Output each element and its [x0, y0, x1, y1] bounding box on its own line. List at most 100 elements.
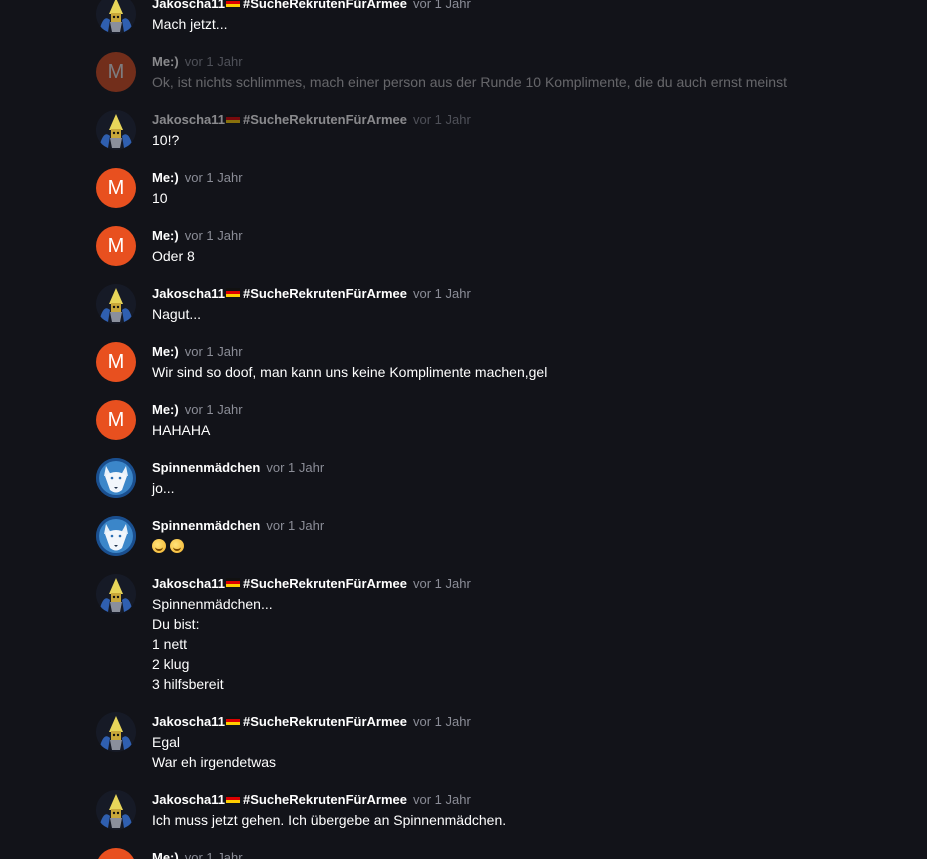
- message-header: Jakoscha11 #SucheRekrutenFürArmee vor 1 Ja…: [152, 714, 471, 730]
- chat-message: M Me:) vor 1 Jahr Oder 8: [96, 226, 876, 266]
- chat-message: M Me:) vor 1 Jahr HAHAHA: [96, 400, 876, 440]
- user-avatar[interactable]: M: [96, 226, 136, 266]
- message-line: Oder 8: [152, 248, 195, 264]
- chat-message: M Me:) vor 1 Jahr: [96, 848, 876, 859]
- chat-message: Jakoscha11 #SucheRekrutenFürArmee vor 1 Ja…: [96, 110, 876, 150]
- username: Jakoscha11: [152, 0, 226, 11]
- knight-avatar[interactable]: [96, 574, 136, 614]
- user-hashtag: #SucheRekrutenFürArmee: [243, 112, 408, 127]
- message-header: Spinnenmädchen vor 1 Jahr: [152, 460, 324, 476]
- message-timestamp: vor 1 Jahr: [184, 228, 243, 243]
- knight-avatar[interactable]: [96, 284, 136, 324]
- message-line: Egal: [152, 734, 181, 750]
- username: Me:): [152, 54, 179, 69]
- username: Spinnenmädchen: [152, 518, 261, 533]
- message-text: Oder 8: [152, 246, 195, 266]
- message-timestamp: vor 1 Jahr: [413, 112, 471, 127]
- message-text: Nagut...: [152, 304, 201, 324]
- username: Me:): [152, 170, 179, 185]
- message-line: 1 nett: [152, 636, 188, 652]
- germany-flag-icon: [226, 794, 241, 803]
- message-timestamp: vor 1 Jahr: [413, 286, 471, 301]
- user-hashtag: #SucheRekrutenFürArmee: [243, 286, 408, 301]
- message-timestamp: vor 1 Jahr: [184, 402, 243, 417]
- germany-flag-icon: [226, 578, 241, 587]
- user-hashtag: #SucheRekrutenFürArmee: [243, 714, 408, 729]
- message-line: 10!?: [152, 132, 180, 148]
- message-line: HAHAHA: [152, 422, 211, 438]
- message-header: Me:) vor 1 Jahr: [152, 54, 243, 70]
- chat-message: Spinnenmädchen vor 1 Jahr: [96, 516, 876, 556]
- message-text: Spinnenmädchen... Du bist: 1 nett 2 klug 3 h…: [152, 594, 273, 694]
- message-timestamp: vor 1 Jahr: [413, 0, 471, 11]
- message-line: jo...: [152, 480, 175, 496]
- username: Me:): [152, 402, 179, 417]
- username: Me:): [152, 850, 179, 859]
- message-timestamp: vor 1 Jahr: [184, 54, 243, 69]
- germany-flag-icon: [226, 716, 241, 725]
- message-header: Me:) vor 1 Jahr: [152, 344, 243, 360]
- message-timestamp: vor 1 Jahr: [413, 792, 471, 807]
- chat-message: M Me:) vor 1 Jahr Ok, ist nichts schlimmes,…: [96, 52, 876, 92]
- message-line: Wir sind so doof, man kann uns keine Kom…: [152, 364, 548, 380]
- chat-message: Jakoscha11 #SucheRekrutenFürArmee vor 1 Ja…: [96, 712, 876, 772]
- username: Me:): [152, 228, 179, 243]
- chat-message: M Me:) vor 1 Jahr 10: [96, 168, 876, 208]
- message-line: 2 klug: [152, 656, 190, 672]
- knight-avatar[interactable]: [96, 110, 136, 150]
- message-text: Ok, ist nichts schlimmes, mach einer per…: [152, 72, 787, 92]
- wolf-avatar[interactable]: [96, 458, 136, 498]
- hugging-face-emoji: [170, 539, 184, 553]
- message-text: 10!?: [152, 130, 179, 150]
- message-line: 10: [152, 190, 168, 206]
- user-hashtag: #SucheRekrutenFürArmee: [243, 576, 408, 591]
- username: Jakoscha11: [152, 286, 226, 301]
- message-timestamp: vor 1 Jahr: [184, 344, 243, 359]
- message-timestamp: vor 1 Jahr: [413, 714, 471, 729]
- message-text: Egal War eh irgendetwas: [152, 732, 276, 772]
- knight-avatar[interactable]: [96, 790, 136, 830]
- user-avatar[interactable]: M: [96, 400, 136, 440]
- message-text: jo...: [152, 478, 175, 498]
- user-avatar[interactable]: M: [96, 52, 136, 92]
- germany-flag-icon: [226, 114, 241, 123]
- message-header: Jakoscha11 #SucheRekrutenFürArmee vor 1 Ja…: [152, 112, 471, 128]
- knight-avatar[interactable]: [96, 712, 136, 752]
- message-text: HAHAHA: [152, 420, 210, 440]
- message-header: Jakoscha11 #SucheRekrutenFürArmee vor 1 Ja…: [152, 576, 471, 592]
- user-avatar[interactable]: M: [96, 848, 136, 859]
- chat-message: M Me:) vor 1 Jahr Wir sind so doof, man kan…: [96, 342, 876, 382]
- message-line: War eh irgendetwas: [152, 754, 276, 770]
- chat-message-list[interactable]: Jakoscha11 #SucheRekrutenFürArmee vor 1 Ja…: [0, 0, 927, 859]
- knight-avatar[interactable]: [96, 0, 136, 34]
- germany-flag-icon: [226, 0, 241, 7]
- message-header: Spinnenmädchen vor 1 Jahr: [152, 518, 324, 534]
- user-avatar[interactable]: M: [96, 342, 136, 382]
- message-header: Jakoscha11 #SucheRekrutenFürArmee vor 1 Ja…: [152, 286, 471, 302]
- user-hashtag: #SucheRekrutenFürArmee: [243, 792, 408, 807]
- message-timestamp: vor 1 Jahr: [184, 850, 243, 859]
- wolf-avatar[interactable]: [96, 516, 136, 556]
- chat-message: Jakoscha11 #SucheRekrutenFürArmee vor 1 Ja…: [96, 574, 876, 694]
- message-line: Du bist:: [152, 616, 200, 632]
- chat-message: Jakoscha11 #SucheRekrutenFürArmee vor 1 Ja…: [96, 790, 876, 830]
- user-avatar[interactable]: M: [96, 168, 136, 208]
- username: Jakoscha11: [152, 112, 226, 127]
- message-timestamp: vor 1 Jahr: [413, 576, 471, 591]
- message-text: Mach jetzt...: [152, 14, 227, 34]
- message-line: Mach jetzt...: [152, 16, 228, 32]
- message-line: Ich muss jetzt gehen. Ich übergebe an Sp…: [152, 812, 507, 828]
- message-line: [152, 536, 188, 556]
- message-header: Jakoscha11 #SucheRekrutenFürArmee vor 1 Ja…: [152, 792, 471, 808]
- message-header: Me:) vor 1 Jahr: [152, 402, 243, 418]
- username: Jakoscha11: [152, 792, 226, 807]
- message-header: Me:) vor 1 Jahr: [152, 170, 243, 186]
- hugging-face-emoji: [152, 539, 166, 553]
- message-header: Jakoscha11 #SucheRekrutenFürArmee vor 1 Ja…: [152, 0, 471, 12]
- message-text: Wir sind so doof, man kann uns keine Kom…: [152, 362, 547, 382]
- message-header: Me:) vor 1 Jahr: [152, 850, 243, 859]
- message-timestamp: vor 1 Jahr: [266, 460, 325, 475]
- chat-message: Jakoscha11 #SucheRekrutenFürArmee vor 1 Ja…: [96, 0, 876, 34]
- germany-flag-icon: [226, 288, 241, 297]
- user-hashtag: #SucheRekrutenFürArmee: [243, 0, 408, 11]
